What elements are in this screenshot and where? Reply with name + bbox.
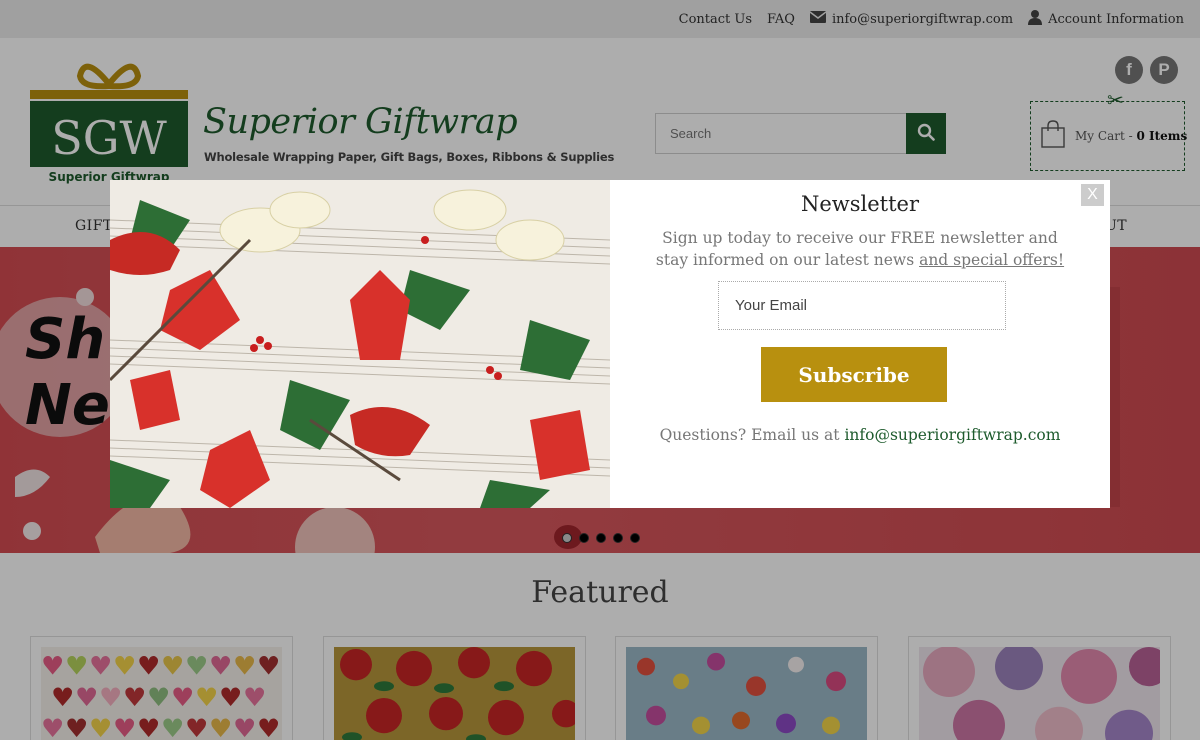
subscribe-button[interactable]: Subscribe bbox=[761, 347, 947, 402]
newsletter-modal: X Newsletter Sign up today to receive ou… bbox=[110, 180, 1110, 508]
special-offers-link[interactable]: and special offers! bbox=[919, 251, 1064, 269]
email-input[interactable] bbox=[718, 281, 1006, 330]
modal-title: Newsletter bbox=[800, 192, 920, 216]
newsletter-form: X Newsletter Sign up today to receive ou… bbox=[610, 180, 1110, 508]
contact-email-link[interactable]: info@superiorgiftwrap.com bbox=[844, 426, 1060, 444]
modal-contact-line: Questions? Email us at info@superiorgift… bbox=[659, 426, 1061, 444]
modal-description: Sign up today to receive our FREE newsle… bbox=[655, 229, 1065, 269]
modal-botanical-image bbox=[110, 180, 610, 508]
